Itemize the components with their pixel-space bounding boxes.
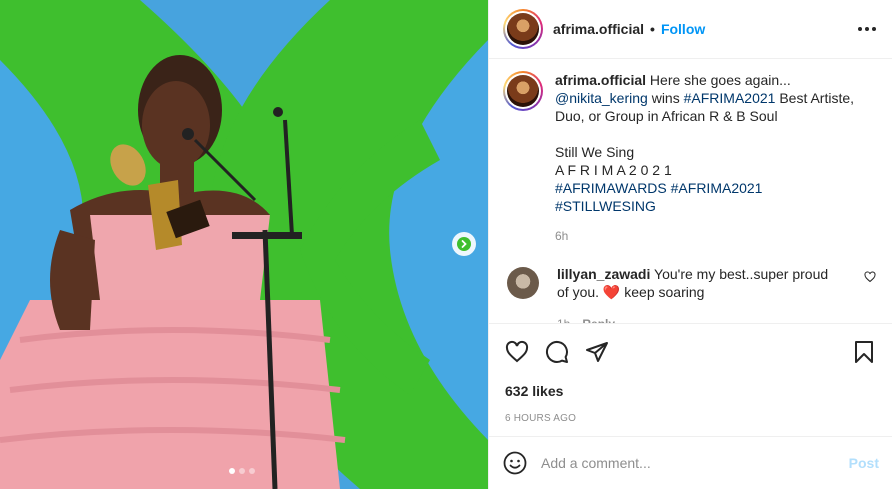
more-options-icon[interactable] [858,27,876,31]
carousel-dot-2 [239,468,245,474]
chevron-right-icon [457,237,471,251]
caption-text: afrima.official Here she goes again... @… [555,71,860,245]
caption-lead: Here she goes again... [649,72,791,88]
save-bookmark-icon[interactable] [852,340,876,364]
caption-avatar[interactable] [503,71,543,111]
author-avatar[interactable] [503,9,543,49]
add-comment-bar: Post [489,436,892,489]
post-sidebar: afrima.official • Follow afrima.official… [488,0,892,489]
carousel-dot-1 [229,468,235,474]
author-username[interactable]: afrima.official [553,21,644,37]
heart-emoji: ❤️ [602,284,621,300]
reply-button[interactable]: Reply [582,315,615,323]
caption: afrima.official Here she goes again... @… [503,71,876,245]
caption-still: Still We Sing [555,144,635,160]
caption-username[interactable]: afrima.official [555,72,646,88]
action-icons [505,324,876,379]
hashtag-link[interactable]: #AFRIMAWARDS [555,180,667,196]
share-paper-plane-icon[interactable] [585,340,609,364]
follow-button[interactable]: Follow [661,21,705,37]
carousel-dot-3 [249,468,255,474]
comment-text: lillyan_zawadi You're my best..super pro… [557,265,843,323]
commenter-avatar[interactable] [507,267,539,299]
hashtag-link[interactable]: #AFRIMA2021 [671,180,763,196]
mention-link[interactable]: @nikita_kering [555,90,648,106]
comments-section: afrima.official Here she goes again... @… [489,59,892,323]
instagram-post: afrima.official • Follow afrima.official… [0,0,892,489]
post-photo [0,0,488,489]
commenter-username[interactable]: lillyan_zawadi [557,266,650,282]
emoji-icon[interactable] [503,451,527,475]
caption-mid: wins [651,90,680,106]
post-time[interactable]: 6 HOURS AGO [505,413,876,424]
caption-spaced: A F R I M A 2 0 2 1 [555,162,672,178]
header-separator: • [650,21,655,37]
post-comment-button[interactable]: Post [849,455,879,471]
like-heart-icon[interactable] [505,340,529,364]
post-media[interactable] [0,0,488,489]
comment-time[interactable]: 1h [557,315,570,323]
carousel-indicator [229,468,255,474]
hashtag-link[interactable]: #STILLWESING [555,198,656,214]
comment-meta: 1h Reply [557,315,843,323]
comment-bubble-icon[interactable] [545,340,569,364]
comment: lillyan_zawadi You're my best..super pro… [503,265,876,323]
next-image-button[interactable] [452,232,476,256]
comment-text-after: keep soaring [624,284,705,300]
comment-input[interactable] [541,455,849,471]
caption-time[interactable]: 6h [555,227,860,245]
likes-count[interactable]: 632 likes [505,383,876,399]
hashtag-link[interactable]: #AFRIMA2021 [684,90,776,106]
comment-like-icon[interactable] [864,271,876,283]
post-header: afrima.official • Follow [489,0,892,59]
